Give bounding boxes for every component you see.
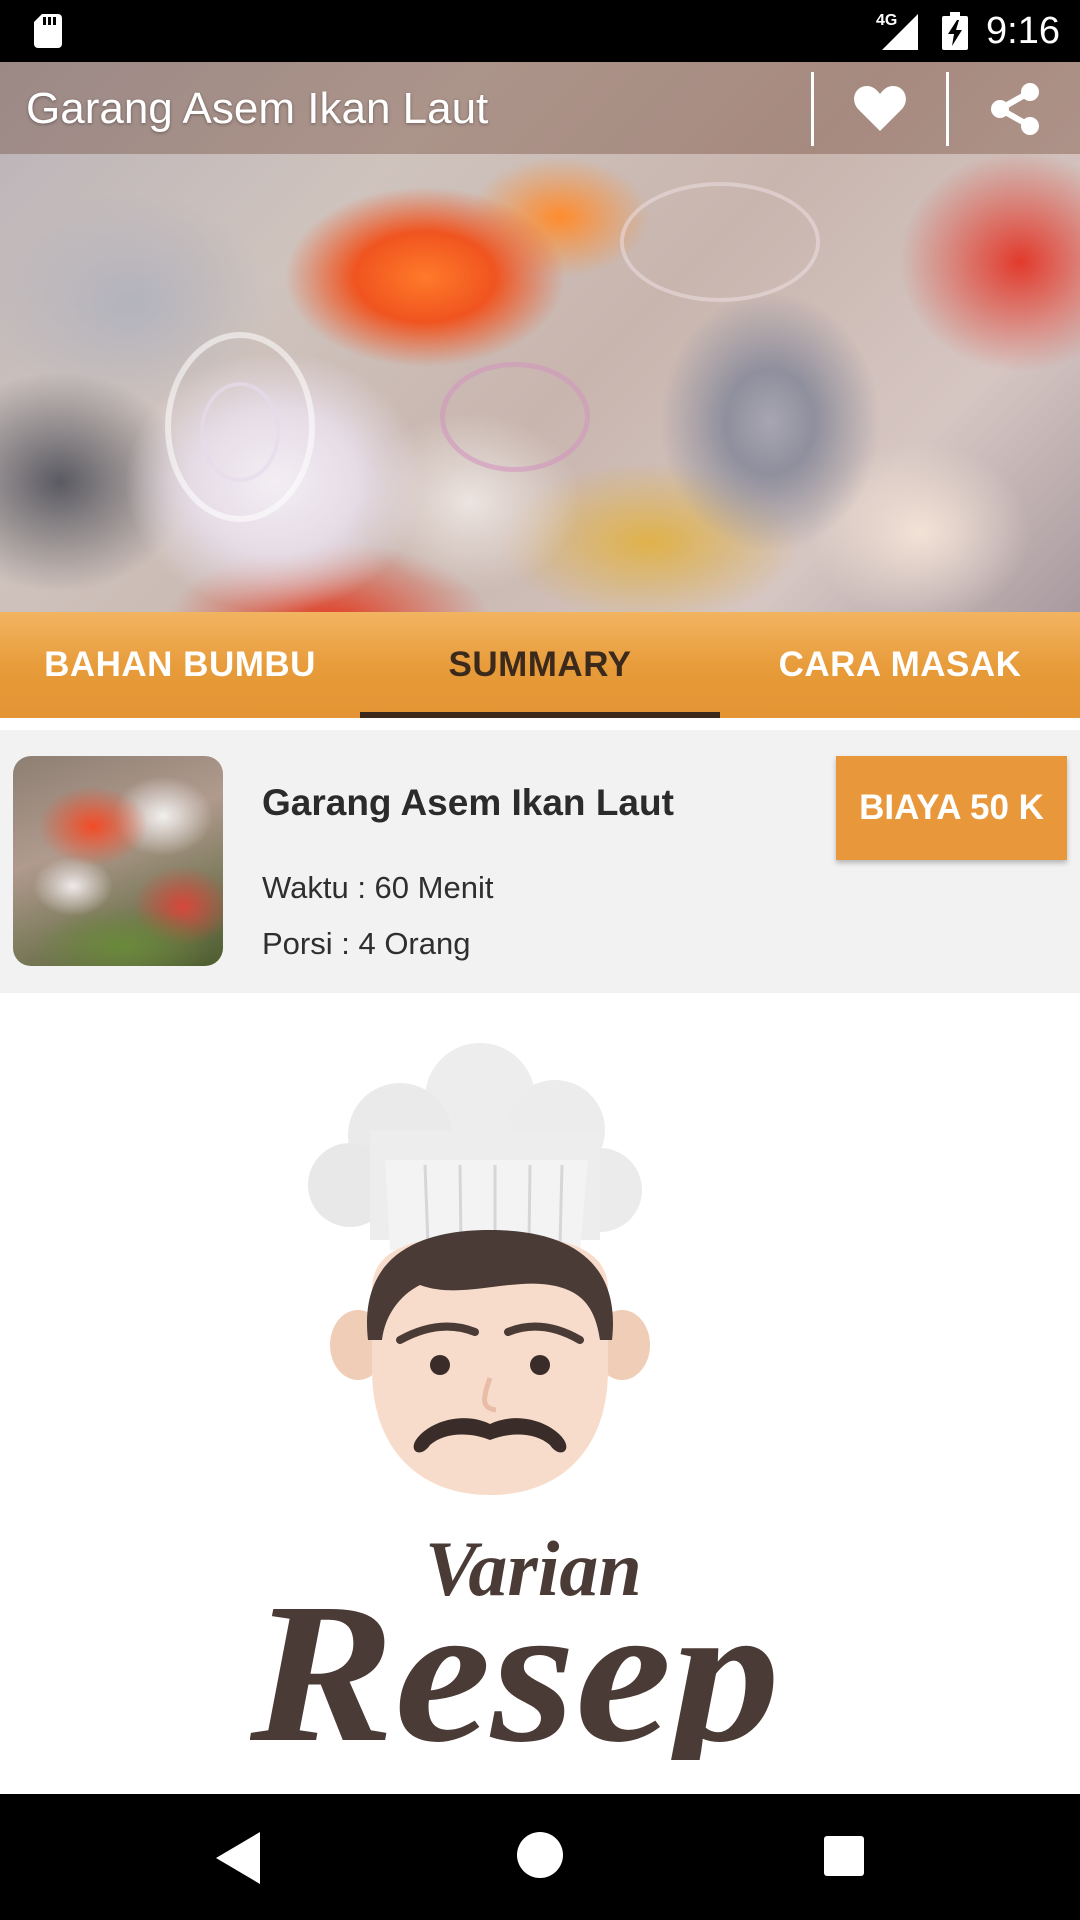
sd-card-icon — [34, 14, 62, 48]
hero-shallot-ring — [440, 362, 590, 472]
app-bar: Garang Asem Ikan Laut — [0, 62, 1080, 154]
signal-icon — [882, 14, 918, 50]
tab-cara-masak[interactable]: CARA MASAK — [720, 612, 1080, 718]
tab-bar: BAHAN BUMBU SUMMARY CARA MASAK — [0, 612, 1080, 718]
home-icon[interactable] — [517, 1832, 563, 1878]
battery-charging-icon — [942, 12, 968, 50]
recents-icon[interactable] — [824, 1836, 864, 1876]
favorite-button[interactable] — [830, 72, 930, 146]
share-button[interactable] — [965, 72, 1065, 146]
app-bar-title: Garang Asem Ikan Laut — [26, 84, 489, 133]
recipe-detail-screen: 4G 9:16 Garang Asem Ikan Laut BAHAN BUMB… — [0, 0, 1080, 1920]
chef-face — [330, 1230, 650, 1495]
app-bar-divider — [946, 72, 949, 146]
chef-hat — [308, 1043, 642, 1250]
recipe-name: Garang Asem Ikan Laut — [262, 782, 674, 823]
back-icon[interactable] — [212, 1830, 262, 1886]
share-icon — [991, 83, 1039, 135]
navigation-bar — [0, 1794, 1080, 1920]
app-bar-divider — [811, 72, 814, 146]
recipe-thumbnail — [13, 756, 223, 966]
tab-bahan-bumbu[interactable]: BAHAN BUMBU — [0, 612, 360, 718]
status-bar: 4G 9:16 — [0, 0, 1080, 62]
logo-text-resep: Resep — [250, 1563, 780, 1760]
hero-onion-piece — [620, 182, 820, 302]
cost-button[interactable]: BIAYA 50 K — [836, 756, 1067, 860]
recipe-summary-card: Garang Asem Ikan Laut Waktu : 60 Menit P… — [0, 730, 1080, 993]
hero-onion-ring — [200, 382, 280, 482]
varian-resep-logo: Varian Resep — [250, 1043, 780, 1760]
cooking-time: Waktu : 60 Menit — [262, 870, 494, 905]
portion-count: Porsi : 4 Orang — [262, 926, 471, 961]
heart-icon — [854, 86, 906, 131]
active-tab-indicator — [360, 712, 720, 718]
status-time: 9:16 — [986, 10, 1060, 52]
tab-summary[interactable]: SUMMARY — [360, 612, 720, 718]
